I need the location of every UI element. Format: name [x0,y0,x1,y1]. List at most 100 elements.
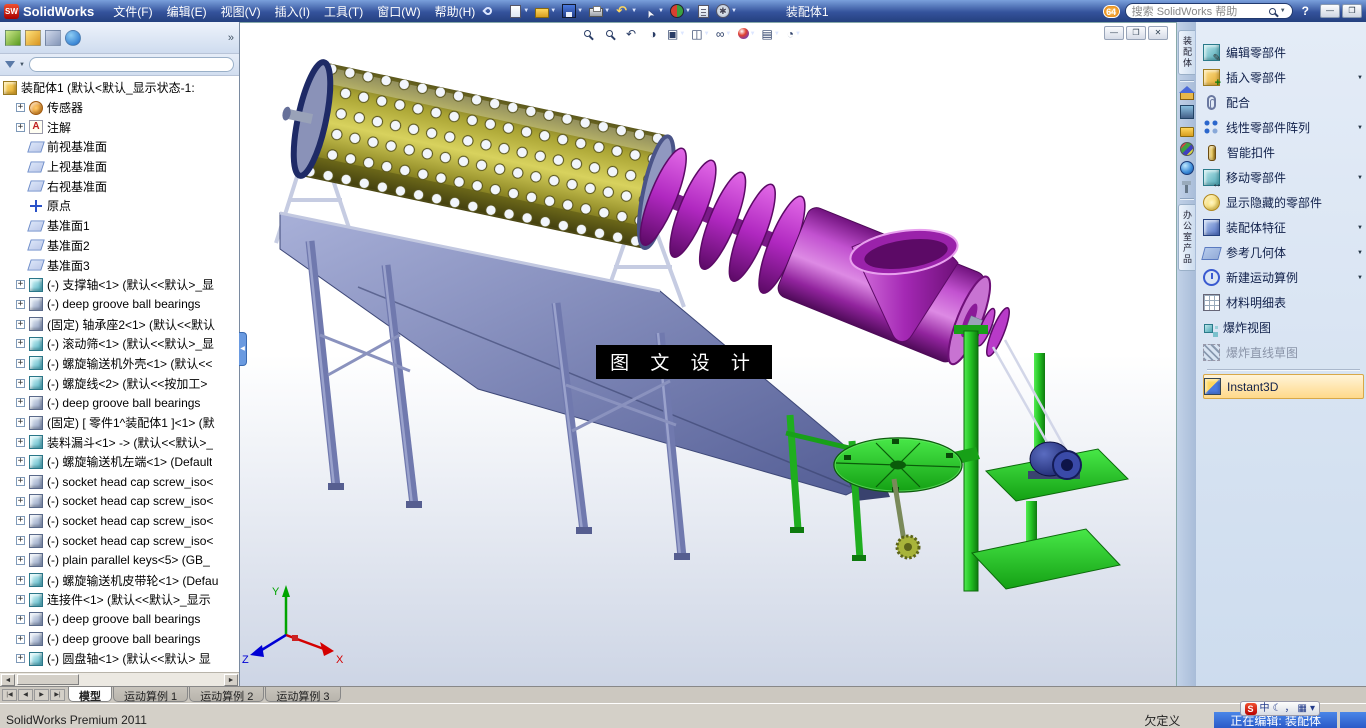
expand-toggle[interactable]: + [16,516,25,526]
flyout-arrow-icon[interactable]: ▼ [1357,250,1363,256]
ime-menu-icon[interactable]: ▾ [1310,702,1315,716]
solidworks-resources-tab-icon[interactable] [1178,86,1195,100]
show-hidden-components-button[interactable]: 显示隐藏的零部件 [1203,190,1364,215]
tab-模型[interactable]: 模型 [68,687,112,703]
expand-toggle[interactable]: + [16,654,25,664]
dropdown-arrow-icon[interactable]: ▼ [750,31,756,37]
tree-item[interactable]: + 注解 [0,117,239,137]
insert-component-button[interactable]: 插入零部件 ▼ [1203,65,1364,90]
dropdown-arrow-icon[interactable]: ▼ [704,31,710,37]
expand-toggle[interactable]: + [16,299,25,309]
edit-component-button[interactable]: 编辑零部件 [1203,40,1364,65]
status-corner-box[interactable] [1340,712,1366,728]
search-input[interactable]: 搜索 SolidWorks 帮助 ▼ [1124,3,1293,19]
tree-item[interactable]: + (-) 圆盘轴<1> (默认<<默认> 显 [0,649,239,669]
expand-toggle[interactable]: + [16,280,25,290]
auto-show-pin-icon[interactable] [1182,181,1191,193]
fullwidth-icon[interactable]: ☾ [1273,702,1282,716]
tab-scroll-button[interactable]: |◀ [2,689,17,701]
design-library-tab-icon[interactable] [1179,105,1194,119]
expand-toggle[interactable]: + [16,378,25,388]
panel-overflow-chevron[interactable]: » [228,32,234,44]
scroll-right-button[interactable]: ► [224,673,238,686]
commandmanager-tab-office[interactable]: 办公室产品 [1178,204,1195,271]
graphics-area[interactable]: 图 文 设 计 Y X Z ↶ ◑ ▣ ▼ ◫ ▼ ∞ ▼ ▼ ▤ ▼ ◔ ▼ — ❐ ✕ [240,22,1176,686]
edit-appearance-button[interactable]: ▼ [737,25,757,42]
expand-toggle[interactable]: + [16,536,25,546]
menu-pin-icon[interactable] [482,5,494,17]
dropdown-arrow-icon[interactable]: ▼ [725,31,731,37]
mate-button[interactable]: 配合 [1203,90,1364,115]
flyout-arrow-icon[interactable]: ▼ [1357,125,1363,131]
tree-item[interactable]: 装配体1 (默认<默认_显示状态-1: [0,78,239,98]
tab-scroll-button[interactable]: ▶| [50,689,65,701]
explode-line-sketch-button[interactable]: 爆炸直线草图 [1203,340,1364,365]
featuremanager-tab[interactable] [5,29,21,46]
dropdown-arrow-icon[interactable]: ▼ [577,8,583,14]
tree-item[interactable]: + (-) socket head cap screw_iso< [0,491,239,511]
doc-close-button[interactable]: ✕ [1148,26,1168,40]
instant3d-button[interactable]: Instant3D [1203,374,1364,399]
3d-viewport-canvas[interactable]: 图 文 设 计 Y X Z [240,23,1176,686]
file-properties-button[interactable] [696,4,711,19]
minimize-button[interactable]: — [1320,4,1340,18]
expand-toggle[interactable]: + [16,595,25,605]
tree-item[interactable]: + (-) socket head cap screw_iso< [0,472,239,492]
dropdown-arrow-icon[interactable]: ▼ [631,8,637,14]
expand-toggle[interactable]: + [16,634,25,644]
tree-item[interactable]: + 传感器 [0,98,239,118]
doc-minimize-button[interactable]: — [1104,26,1124,40]
zoom-to-fit-button[interactable] [578,25,596,42]
commandmanager-tab-assembly[interactable]: 装配体 [1178,30,1195,75]
flyout-arrow-icon[interactable]: ▼ [1357,175,1363,181]
dropdown-arrow-icon[interactable]: ▼ [604,8,610,14]
scrollbar-thumb[interactable] [17,674,79,685]
lang-mode-icon[interactable]: 中 [1260,702,1270,716]
flyout-arrow-icon[interactable]: ▼ [1357,275,1363,281]
bill-of-materials-button[interactable]: 材料明细表 [1203,290,1364,315]
tree-item[interactable]: 右视基准面 [0,176,239,196]
menu-插入(I)[interactable]: 插入(I) [268,1,317,22]
tree-item[interactable]: + (-) deep groove ball bearings [0,393,239,413]
propertymanager-tab[interactable] [25,29,41,46]
configurationmanager-tab[interactable] [45,29,61,46]
help-button[interactable]: ? [1302,4,1309,18]
tree-item[interactable]: + (-) deep groove ball bearings [0,295,239,315]
tab-运动算例 1[interactable]: 运动算例 1 [113,687,189,703]
dropdown-arrow-icon[interactable]: ▼ [795,31,801,37]
search-icon[interactable] [1268,7,1276,15]
reference-geometry-button[interactable]: 参考几何体 ▼ [1201,240,1364,265]
tree-item[interactable]: 上视基准面 [0,157,239,177]
expand-toggle[interactable]: + [16,477,25,487]
tree-filter-input[interactable] [28,57,234,72]
tab-运动算例 2[interactable]: 运动算例 2 [189,687,265,703]
menu-窗口(W)[interactable]: 窗口(W) [370,1,427,22]
filter-dropdown-icon[interactable]: ▼ [19,62,25,68]
tree-item[interactable]: + (固定) [ 零件1^装配体1 ]<1> (默 [0,413,239,433]
menu-帮助(H)[interactable]: 帮助(H) [428,1,483,22]
apply-scene-button[interactable]: ▤ ▼ [761,25,781,42]
displaymanager-tab[interactable] [65,29,81,46]
tree-item[interactable]: 前视基准面 [0,137,239,157]
exploded-view-button[interactable]: 爆炸视图 [1203,315,1364,340]
expand-toggle[interactable]: + [16,358,25,368]
restore-button[interactable]: ❐ [1342,4,1362,18]
tree-item[interactable]: + (-) deep groove ball bearings [0,610,239,630]
tree-item[interactable]: 基准面3 [0,255,239,275]
expand-toggle[interactable]: + [16,418,25,428]
doc-restore-button[interactable]: ❐ [1126,26,1146,40]
flyout-arrow-icon[interactable]: ▼ [1357,225,1363,231]
expand-toggle[interactable]: + [16,122,25,132]
new-motion-study-button[interactable]: 新建运动算例 ▼ [1203,265,1364,290]
hide-show-items-button[interactable]: ∞ ▼ [715,25,733,42]
display-style-button[interactable]: ◫ ▼ [690,25,710,42]
dropdown-arrow-icon[interactable]: ▼ [731,8,737,14]
tree-item[interactable]: + (-) 支撑轴<1> (默认<<默认>_显 [0,275,239,295]
tree-item[interactable]: + 装料漏斗<1> -> (默认<<默认>_ [0,432,239,452]
expand-toggle[interactable]: + [16,555,25,565]
dropdown-arrow-icon[interactable]: ▼ [523,8,529,14]
tree-item[interactable]: + 连接件<1> (默认<<默认>_显示 [0,590,239,610]
expand-toggle[interactable]: + [16,575,25,585]
keyboard-icon[interactable]: ▦ [1298,702,1307,716]
tab-scroll-button[interactable]: ▶ [34,689,49,701]
